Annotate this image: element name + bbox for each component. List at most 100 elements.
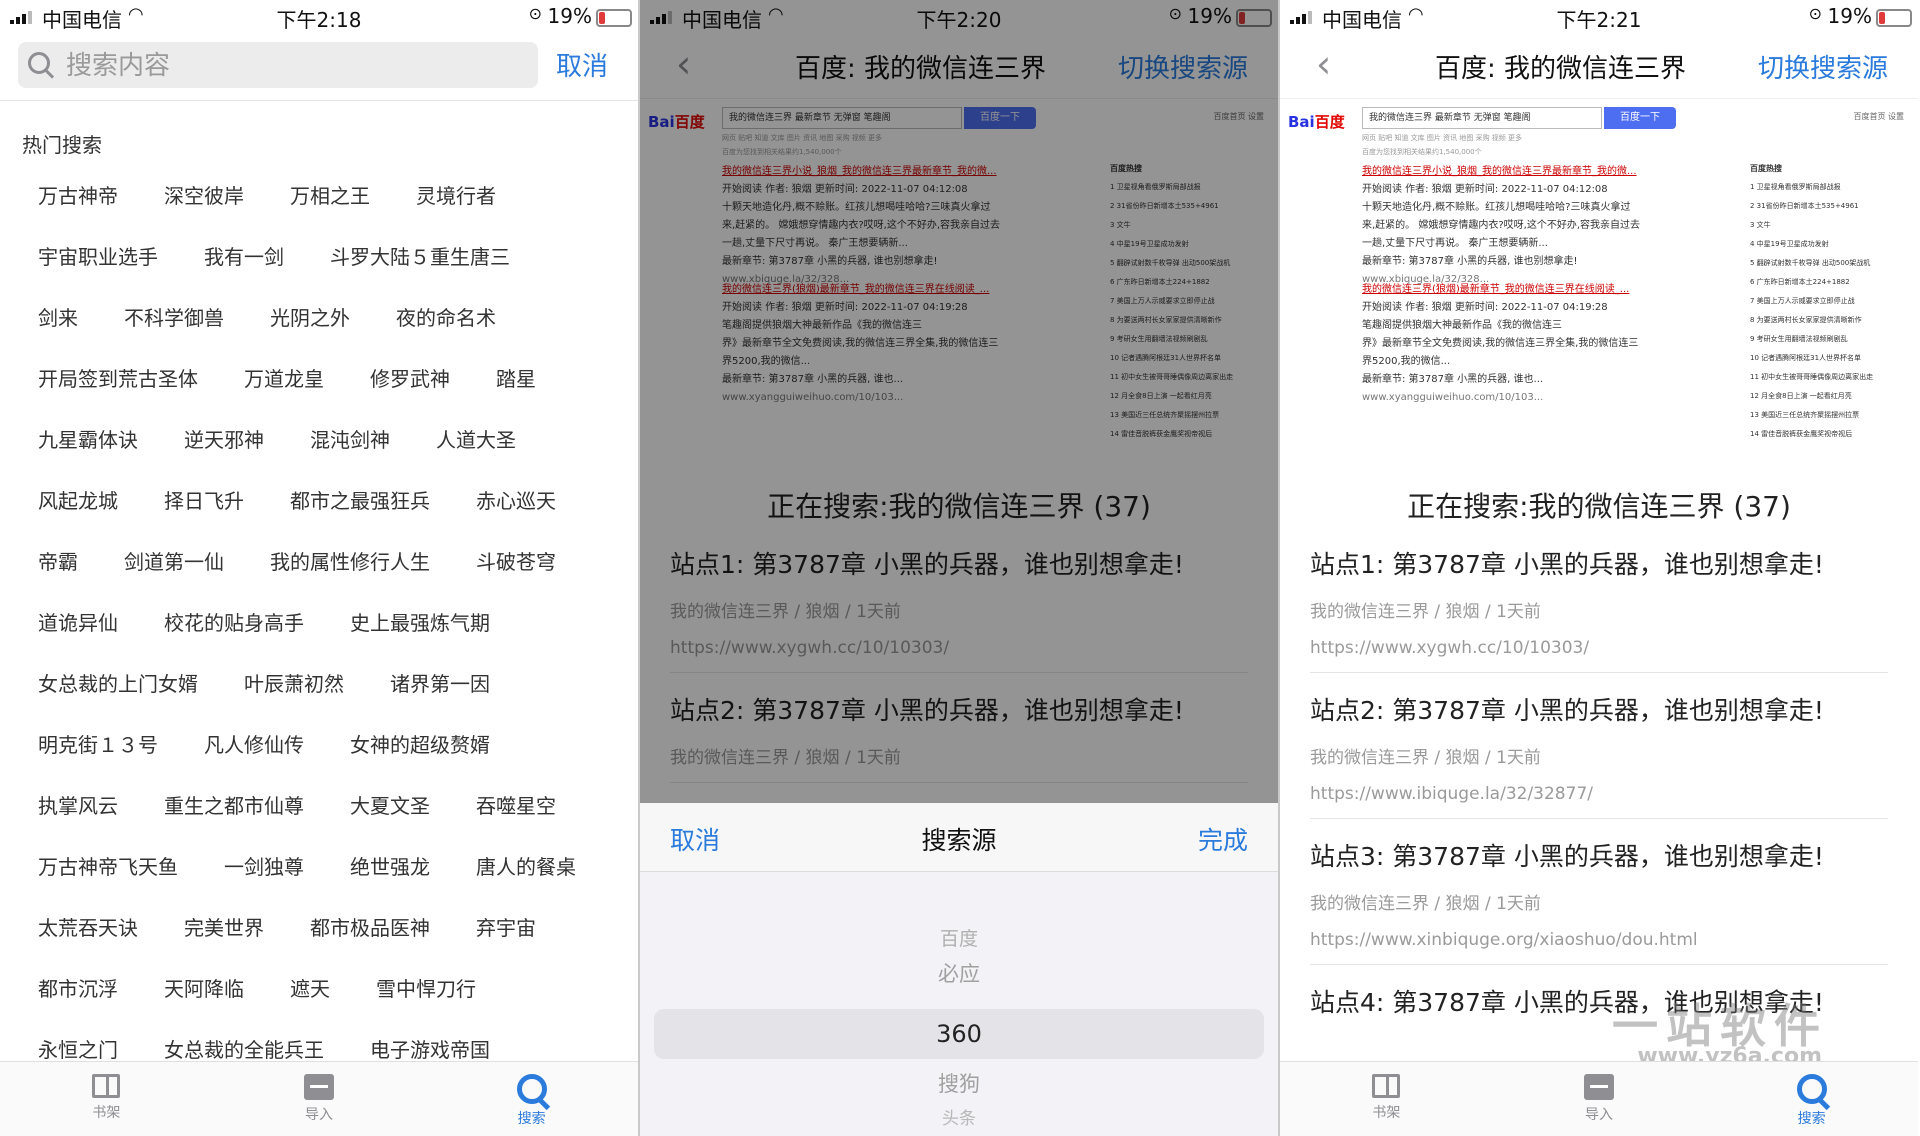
hot-search-item[interactable]: 帝霸 <box>38 546 78 575</box>
hot-search-item[interactable]: 万道龙皇 <box>244 363 324 392</box>
tab-bookshelf[interactable]: 书架 <box>1280 1062 1493 1136</box>
hot-search-item[interactable]: 光阴之外 <box>270 302 350 331</box>
hot-search-item[interactable]: 人道大圣 <box>436 424 516 453</box>
result-item[interactable]: 站点3: 第3787章 小黑的兵器，谁也别想拿走! 我的微信连三界 / 狼烟 /… <box>1310 819 1888 965</box>
hot-search-item[interactable]: 雪中悍刀行 <box>376 973 476 1002</box>
hot-search-item[interactable]: 校花的贴身高手 <box>164 607 304 636</box>
baidu-preview[interactable]: Bai百度 我的微信连三界 最新章节 无弹窗 笔趣阁 百度一下 百度首页 设置 网页 贴… <box>1280 98 1918 465</box>
switch-source-button[interactable]: 切换搜索源 <box>1758 48 1888 85</box>
hot-search-item[interactable]: 永恒之门 <box>38 1034 118 1063</box>
hot-search-item[interactable]: 完美世界 <box>184 912 264 941</box>
baidu-hot-item: 6 广东昨日新增本土224+1882 <box>1750 278 1850 286</box>
result-item[interactable]: 站点1: 第3787章 小黑的兵器，谁也别想拿走! 我的微信连三界 / 狼烟 /… <box>1310 527 1888 673</box>
search-icon <box>516 1074 547 1104</box>
hot-search-item[interactable]: 万相之王 <box>290 180 370 209</box>
picker-option[interactable]: 必应 <box>640 958 1278 988</box>
hot-search-item[interactable]: 深空彼岸 <box>164 180 244 209</box>
search-icon <box>1796 1074 1827 1104</box>
hot-search-item[interactable]: 弃宇宙 <box>476 912 536 941</box>
tab-import[interactable]: 导入 <box>1493 1062 1706 1136</box>
tab-search[interactable]: 搜索 <box>1705 1062 1918 1136</box>
hot-search-item[interactable]: 女总裁的全能兵王 <box>164 1034 324 1063</box>
cancel-button[interactable]: 取消 <box>556 46 608 83</box>
hot-search-item[interactable]: 女神的超级赘婿 <box>350 729 490 758</box>
source-picker-wheel[interactable]: 百度 必应 360 搜狗 头条 <box>640 872 1278 1136</box>
hot-search-item[interactable]: 混沌剑神 <box>310 424 390 453</box>
hot-search-item[interactable]: 绝世强龙 <box>350 851 430 880</box>
hot-search-item[interactable]: 女总裁的上门女婿 <box>38 668 198 697</box>
hot-search-item[interactable]: 逆天邪神 <box>184 424 264 453</box>
hot-search-item[interactable]: 道诡异仙 <box>38 607 118 636</box>
hot-search-item[interactable]: 不科学御兽 <box>124 302 224 331</box>
hot-search-item[interactable]: 遮天 <box>290 973 330 1002</box>
tab-import[interactable]: 导入 <box>213 1062 426 1136</box>
result-title: 站点3: 第3787章 小黑的兵器，谁也别想拿走! <box>1310 842 1824 871</box>
battery-percent: 19% <box>547 4 592 28</box>
tab-label: 书架 <box>92 1105 121 1121</box>
hot-search-item[interactable]: 择日飞升 <box>164 485 244 514</box>
result-list: 站点1: 第3787章 小黑的兵器，谁也别想拿走! 我的微信连三界 / 狼烟 /… <box>1280 527 1918 1033</box>
back-chevron-icon[interactable]: ‹ <box>1316 42 1331 86</box>
hot-search-item[interactable]: 灵境行者 <box>416 180 496 209</box>
hot-search-item[interactable]: 修罗武神 <box>370 363 450 392</box>
hot-search-item[interactable]: 斗破苍穹 <box>476 546 556 575</box>
hot-search-item[interactable]: 都市沉浮 <box>38 973 118 1002</box>
hot-search-item[interactable]: 我有一剑 <box>204 241 284 270</box>
tab-search[interactable]: 搜索 <box>425 1062 638 1136</box>
baidu-hot-item: 12 月全食8日上演 一起看红月亮 <box>1750 392 1852 400</box>
baidu-hot-item: 7 美国上万人示威要求立即停止战 <box>1750 297 1855 305</box>
baidu-hot-item: 8 为要送两村长女家家提供清晰新作 <box>1750 316 1862 324</box>
hot-search-item[interactable]: 吞噬星空 <box>476 790 556 819</box>
hot-search-item[interactable]: 明克街１３号 <box>38 729 158 758</box>
hot-search-item[interactable]: 万古神帝 <box>38 180 118 209</box>
hot-search-item[interactable]: 执掌风云 <box>38 790 118 819</box>
hot-search-row: 万古神帝 深空彼岸 万相之王 灵境行者 <box>0 164 638 225</box>
tab-label: 书架 <box>1372 1105 1401 1121</box>
picker-option-selected[interactable]: 360 <box>640 1020 1278 1048</box>
hot-search-item[interactable]: 重生之都市仙尊 <box>164 790 304 819</box>
hot-search-item[interactable]: 万古神帝飞天鱼 <box>38 851 178 880</box>
hot-search-item[interactable]: 风起龙城 <box>38 485 118 514</box>
result-item[interactable]: 站点2: 第3787章 小黑的兵器，谁也别想拿走! 我的微信连三界 / 狼烟 /… <box>1310 673 1888 819</box>
search-input[interactable] <box>64 42 528 90</box>
tab-bookshelf[interactable]: 书架 <box>0 1062 213 1136</box>
hot-search-item[interactable]: 宇宙职业选手 <box>38 241 158 270</box>
hot-search-item[interactable]: 踏星 <box>496 363 536 392</box>
hot-search-list: 万古神帝 深空彼岸 万相之王 灵境行者宇宙职业选手 我有一剑 斗罗大陆５重生唐三剑来 不科学… <box>0 164 638 1079</box>
result-meta: 我的微信连三界 / 狼烟 / 1天前 <box>1310 894 1541 914</box>
rotation-lock-icon: ⊙ <box>1808 4 1822 23</box>
hot-search-item[interactable]: 凡人修仙传 <box>204 729 304 758</box>
hot-search-item[interactable]: 都市极品医神 <box>310 912 430 941</box>
hot-search-item[interactable]: 剑来 <box>38 302 78 331</box>
hot-search-item[interactable]: 诸界第一因 <box>390 668 490 697</box>
hot-search-item[interactable]: 叶辰萧初然 <box>244 668 344 697</box>
search-field[interactable] <box>18 42 538 90</box>
picker-option[interactable]: 头条 <box>640 1104 1278 1129</box>
baidu-query-box: 我的微信连三界 最新章节 无弹窗 笔趣阁 <box>1362 107 1602 129</box>
picker-option[interactable]: 百度 <box>640 924 1278 951</box>
picker-done-button[interactable]: 完成 <box>1198 821 1248 857</box>
hot-search-item[interactable]: 大夏文圣 <box>350 790 430 819</box>
hot-search-item[interactable]: 天阿降临 <box>164 973 244 1002</box>
book-icon <box>1372 1074 1401 1098</box>
hot-search-item[interactable]: 开局签到荒古圣体 <box>38 363 198 392</box>
hot-search-item[interactable]: 电子游戏帝国 <box>370 1034 490 1063</box>
hot-search-item[interactable]: 斗罗大陆５重生唐三 <box>330 241 510 270</box>
hot-search-item[interactable]: 赤心巡天 <box>476 485 556 514</box>
hot-search-item[interactable]: 一剑独尊 <box>224 851 304 880</box>
picker-option[interactable]: 搜狗 <box>640 1068 1278 1098</box>
baidu-logo: Bai百度 <box>1288 111 1345 132</box>
hot-search-item[interactable]: 九星霸体诀 <box>38 424 138 453</box>
baidu-result: 我的微信连三界小说_狼烟_我的微信连三界最新章节_我的微... 开始阅读 作者: … <box>1362 163 1692 289</box>
clock: 下午2:18 <box>276 8 362 32</box>
hot-search-item[interactable]: 唐人的餐桌 <box>476 851 576 880</box>
hot-search-item[interactable]: 太荒吞天诀 <box>38 912 138 941</box>
hot-search-item[interactable]: 夜的命名术 <box>396 302 496 331</box>
baidu-result-title: 我的微信连三界小说_狼烟_我的微信连三界最新章节_我的微... <box>1362 166 1637 177</box>
hot-search-item[interactable]: 都市之最强狂兵 <box>290 485 430 514</box>
result-url: https://www.xinbiquge.org/xiaoshuo/dou.h… <box>1310 930 1698 950</box>
baidu-result-line1: 开始阅读 作者: 狼烟 更新时间: 2022-11-07 04:12:08 <box>1362 184 1608 195</box>
hot-search-item[interactable]: 史上最强炼气期 <box>350 607 490 636</box>
hot-search-item[interactable]: 我的属性修行人生 <box>270 546 430 575</box>
hot-search-item[interactable]: 剑道第一仙 <box>124 546 224 575</box>
